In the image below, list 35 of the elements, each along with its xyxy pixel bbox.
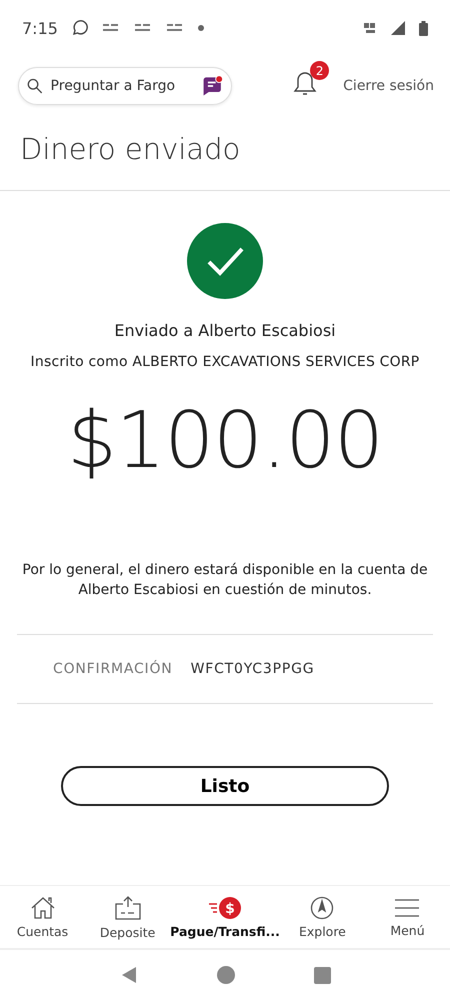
network-icon	[363, 21, 377, 35]
home-icon	[30, 896, 56, 920]
nav-tab[interactable]: Cuentas	[0, 886, 86, 948]
success-check-icon	[187, 223, 263, 299]
nav-tab[interactable]: $ Pague/Transfi...	[170, 886, 280, 948]
bell-icon[interactable]	[293, 71, 318, 97]
home-circle-icon[interactable]	[216, 966, 234, 984]
nav-tab[interactable]: Explore	[280, 886, 365, 948]
deposit-icon	[114, 894, 142, 920]
chat-icon	[72, 20, 88, 36]
notification-badge: 2	[310, 61, 330, 80]
done-button[interactable]: Listo	[61, 766, 389, 806]
nav-tab[interactable]: Deposite	[85, 886, 170, 948]
search-bar[interactable]: Preguntar a Fargo	[18, 67, 232, 105]
amount-text: $100.00	[67, 396, 383, 486]
registered-name-text: Inscrito como ALBERTO EXCAVATIONS SERVICES CORP	[30, 354, 420, 370]
notification-icon	[102, 23, 120, 33]
signal-icon	[391, 21, 405, 35]
recents-icon[interactable]	[314, 966, 330, 984]
confirmation-code: WFCT0YC3PPGG	[190, 661, 314, 677]
search-icon	[27, 77, 43, 95]
nav-tab[interactable]: Menú	[364, 886, 450, 948]
status-time: 7:15	[22, 18, 58, 38]
notification-icon	[134, 23, 152, 33]
battery-icon	[419, 20, 428, 36]
logout-link[interactable]: Cierre sesión	[343, 78, 434, 94]
availability-note: Por lo general, el dinero estará disponible en la cuenta de Alberto Escabiosi en cuestión de minutos.	[21, 561, 429, 600]
recipient-text: Enviado a Alberto Escabiosi	[114, 321, 336, 340]
page-title: Dinero enviado	[0, 110, 450, 191]
back-icon[interactable]	[120, 966, 138, 984]
notification-icon	[166, 23, 184, 33]
compass-icon	[310, 896, 334, 920]
menu-icon	[394, 896, 420, 918]
dot-icon	[198, 25, 204, 31]
confirmation-label: CONFIRMACIÓN	[53, 661, 173, 677]
